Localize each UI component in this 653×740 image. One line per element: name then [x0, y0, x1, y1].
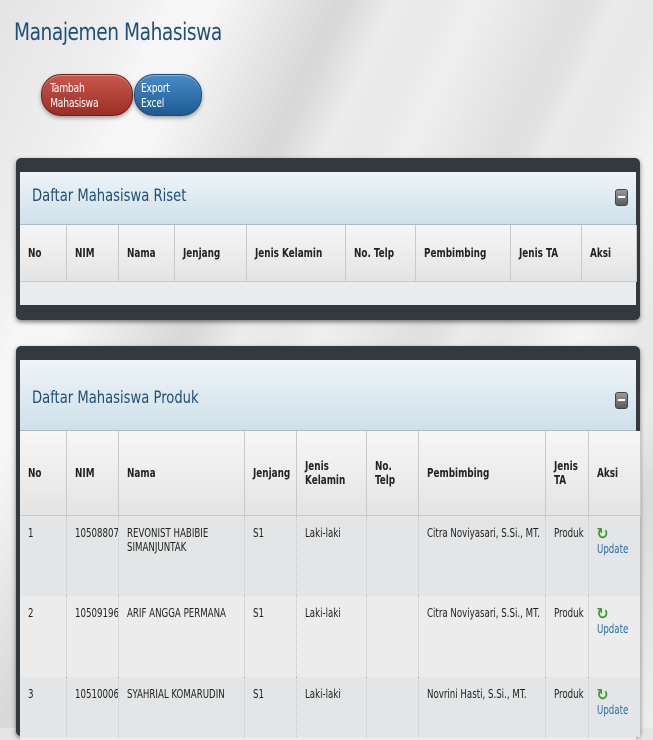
update-link[interactable]: Update: [597, 542, 628, 556]
cell-nim: 10510006: [66, 677, 119, 737]
cell-no: 1: [20, 515, 67, 596]
cell-nama: REVONIST HABIBIE SIMANJUNTAK: [118, 515, 245, 596]
col-header-pembimbing[interactable]: Pembimbing: [415, 225, 511, 282]
cell-no: 3: [20, 677, 67, 737]
produk-panel-title: Daftar Mahasiswa Produk: [32, 388, 199, 408]
produk-panel-header: Daftar Mahasiswa Produk: [20, 360, 636, 431]
col-header-pembimbing[interactable]: Pembimbing: [418, 431, 546, 516]
cell-aksi: ↻ Update: [588, 596, 641, 677]
col-header-jenis-kelamin[interactable]: Jenis Kelamin: [296, 431, 367, 516]
col-header-no-telp[interactable]: No. Telp: [366, 431, 419, 516]
cell-no-telp: [366, 677, 419, 737]
cell-aksi: ↻ Update: [588, 515, 641, 596]
cell-jenis-kelamin: Laki-laki: [296, 677, 367, 737]
produk-table: No NIM Nama Jenjang Jenis Kelamin No. Te…: [20, 431, 641, 737]
col-header-no-telp[interactable]: No. Telp: [345, 225, 416, 282]
col-header-nim[interactable]: NIM: [66, 225, 119, 282]
add-student-label: Tambah Mahasiswa: [50, 80, 99, 110]
col-header-no[interactable]: No: [20, 225, 67, 282]
col-header-jenis-kelamin[interactable]: Jenis Kelamin: [246, 225, 346, 282]
cell-jenjang: S1: [244, 515, 297, 596]
cell-nama: SYAHRIAL KOMARUDIN: [118, 677, 245, 737]
cell-jenis-ta: Produk: [545, 596, 589, 677]
cell-pembimbing: Citra Noviyasari, S.Si., MT.: [418, 596, 546, 677]
export-excel-button[interactable]: Export Excel: [134, 74, 202, 116]
col-header-jenjang[interactable]: Jenjang: [244, 431, 297, 516]
table-row: 2 10509196 ARIF ANGGA PERMANA S1 Laki-la…: [20, 596, 641, 677]
produk-panel: Daftar Mahasiswa Produk No NIM Nama Jenj…: [16, 346, 641, 740]
cell-pembimbing: Novrini Hasti, S.Si., MT.: [418, 677, 546, 737]
cell-jenis-kelamin: Laki-laki: [296, 596, 367, 677]
col-header-aksi: Aksi: [588, 431, 641, 516]
refresh-icon[interactable]: ↻: [597, 525, 632, 542]
table-row: 1 10508807 REVONIST HABIBIE SIMANJUNTAK …: [20, 515, 641, 596]
riset-panel-header: Daftar Mahasiswa Riset: [20, 172, 636, 225]
refresh-icon[interactable]: ↻: [597, 687, 632, 703]
cell-no-telp: [366, 515, 419, 596]
riset-header-row: No NIM Nama Jenjang Jenis Kelamin No. Te…: [20, 225, 637, 282]
refresh-icon[interactable]: ↻: [597, 606, 632, 622]
cell-no: 2: [20, 596, 67, 677]
cell-nama: ARIF ANGGA PERMANA: [118, 596, 245, 677]
cell-aksi: ↻ Update: [588, 677, 641, 737]
col-header-nim[interactable]: NIM: [66, 431, 119, 516]
cell-jenis-ta: Produk: [545, 677, 589, 737]
col-header-no[interactable]: No: [20, 431, 67, 516]
col-header-nama[interactable]: Nama: [118, 431, 245, 516]
col-header-jenjang[interactable]: Jenjang: [174, 225, 247, 282]
cell-nim: 10508807: [66, 515, 119, 596]
cell-nim: 10509196: [66, 596, 119, 677]
riset-panel: Daftar Mahasiswa Riset No NIM Nama Jenja…: [16, 158, 640, 320]
add-student-button[interactable]: Tambah Mahasiswa: [41, 74, 133, 116]
cell-jenjang: S1: [244, 677, 297, 737]
riset-table: No NIM Nama Jenjang Jenis Kelamin No. Te…: [20, 225, 637, 282]
cell-jenjang: S1: [244, 596, 297, 677]
col-header-aksi: Aksi: [581, 225, 637, 282]
collapse-icon[interactable]: [615, 392, 628, 409]
page-title: Manajemen Mahasiswa: [14, 18, 222, 46]
collapse-icon[interactable]: [615, 189, 628, 206]
col-header-jenis-ta[interactable]: Jenis TA: [545, 431, 589, 516]
cell-jenis-ta: Produk: [545, 515, 589, 596]
update-link[interactable]: Update: [597, 703, 628, 717]
col-header-jenis-ta[interactable]: Jenis TA: [510, 225, 582, 282]
export-excel-label: Export Excel: [140, 80, 170, 110]
col-header-nama[interactable]: Nama: [118, 225, 175, 282]
produk-header-row: No NIM Nama Jenjang Jenis Kelamin No. Te…: [20, 431, 641, 516]
cell-jenis-kelamin: Laki-laki: [296, 515, 367, 596]
cell-no-telp: [366, 596, 419, 677]
update-link[interactable]: Update: [597, 622, 628, 636]
riset-panel-title: Daftar Mahasiswa Riset: [32, 186, 187, 206]
cell-pembimbing: Citra Noviyasari, S.Si., MT.: [418, 515, 546, 596]
table-row: 3 10510006 SYAHRIAL KOMARUDIN S1 Laki-la…: [20, 677, 641, 737]
